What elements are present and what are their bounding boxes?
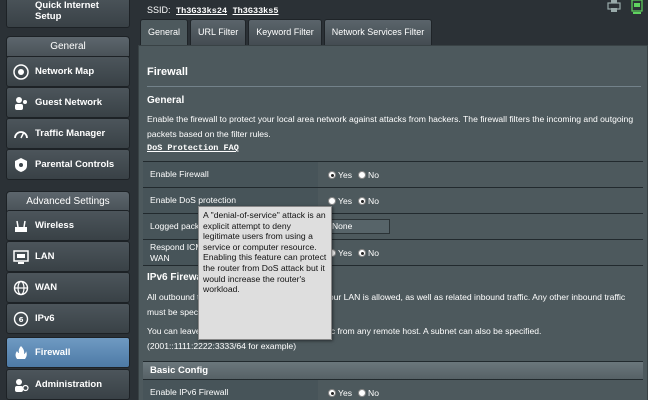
sidebar-item-guest-network[interactable]: Guest Network — [6, 87, 130, 118]
enable-dos-yes-radio[interactable] — [328, 196, 336, 205]
svg-text:6: 6 — [19, 316, 24, 324]
enable-ipv6-firewall-label: Enable IPv6 Firewall — [143, 380, 318, 400]
enable-ipv6-firewall-no-radio[interactable] — [358, 388, 367, 397]
administration-icon — [12, 376, 30, 394]
tab-bar: General URL Filter Keyword Filter Networ… — [140, 19, 433, 45]
ssid-5g-value[interactable]: Th3G33ks5 — [233, 6, 279, 16]
printer-icon[interactable] — [607, 0, 621, 16]
radio-label: No — [368, 195, 380, 206]
sidebar-item-firewall[interactable]: Firewall — [6, 337, 130, 368]
sidebar-item-wireless[interactable]: Wireless — [6, 210, 130, 241]
logged-packets-type-options: None — [318, 214, 643, 239]
radio-label: Yes — [338, 195, 353, 206]
guest-network-icon — [12, 94, 30, 112]
lan-icon — [12, 248, 30, 266]
firewall-icon — [12, 344, 30, 362]
ssid-display: SSID: Th3G33ks24 Th3G33ks5 — [147, 5, 278, 16]
top-bar: SSID: Th3G33ks24 Th3G33ks5 — [131, 0, 648, 18]
sidebar-item-label: Wireless — [35, 220, 74, 231]
enable-ipv6-firewall-yes-radio[interactable] — [328, 388, 336, 397]
dos-tooltip: A "denial-of-service" attack is an expli… — [198, 206, 332, 340]
sidebar-item-parental-controls[interactable]: Parental Controls — [6, 149, 130, 180]
sidebar-item-label: Quick Internet Setup — [35, 0, 99, 22]
ssid-label: SSID: — [147, 5, 171, 15]
respond-icmp-options: Yes No — [318, 240, 643, 265]
respond-icmp-no-radio[interactable] — [358, 248, 367, 257]
tab-keyword-filter[interactable]: Keyword Filter — [248, 19, 322, 45]
ipv6-settings-table: Enable IPv6 Firewall Yes No — [143, 379, 643, 400]
ssid-2g-value[interactable]: Th3G33ks24 — [176, 6, 227, 16]
section-title-general: General — [147, 95, 185, 106]
divider — [147, 86, 641, 87]
wan-icon — [12, 279, 30, 297]
status-icons — [607, 0, 643, 16]
sidebar-item-quick-internet-setup[interactable]: Quick Internet Setup — [6, 0, 130, 28]
sidebar: Quick Internet Setup General Network Map… — [0, 0, 131, 400]
enable-firewall-yes-radio[interactable] — [328, 170, 336, 179]
sidebar-item-label: Firewall — [35, 347, 71, 358]
sidebar-item-ipv6[interactable]: 6 IPv6 — [6, 303, 130, 334]
table-row: Enable IPv6 Firewall Yes No — [143, 380, 643, 400]
sidebar-item-administration[interactable]: Administration — [6, 369, 130, 400]
enable-firewall-options: Yes No — [318, 162, 643, 187]
radio-label: No — [368, 169, 380, 180]
usb-status-icon[interactable] — [631, 0, 643, 16]
sidebar-item-label: Parental Controls — [35, 159, 115, 170]
logged-packets-type-select[interactable]: None — [328, 219, 390, 234]
parental-controls-icon — [12, 156, 30, 174]
sidebar-item-label: IPv6 — [35, 313, 55, 324]
enable-firewall-no-radio[interactable] — [358, 170, 367, 179]
basic-config-header: Basic Config — [143, 361, 643, 379]
radio-label: No — [368, 387, 380, 398]
sidebar-item-label: LAN — [35, 251, 55, 262]
enable-dos-options: Yes No — [318, 188, 643, 213]
sidebar-header-general: General — [6, 36, 130, 57]
tab-network-services-filter[interactable]: Network Services Filter — [323, 19, 433, 45]
radio-label: Yes — [338, 387, 353, 398]
radio-label: No — [368, 247, 380, 258]
firewall-description: Enable the firewall to protect your loca… — [147, 114, 634, 139]
sidebar-item-lan[interactable]: LAN — [6, 241, 130, 272]
sidebar-item-label: Administration — [35, 379, 103, 390]
radio-label: Yes — [338, 247, 353, 258]
ipv6-icon: 6 — [12, 310, 30, 328]
ipv6-subnet-example: (2001::1111:2222:3333/64 for example) — [147, 341, 297, 351]
sidebar-item-traffic-manager[interactable]: Traffic Manager — [6, 118, 130, 149]
dos-protection-faq-link[interactable]: DoS Protection FAQ — [147, 143, 239, 153]
enable-ipv6-firewall-options: Yes No — [318, 380, 643, 400]
sidebar-item-label: Traffic Manager — [35, 128, 106, 139]
enable-firewall-label: Enable Firewall — [143, 162, 318, 187]
wireless-icon — [12, 217, 30, 235]
sidebar-item-label: WAN — [35, 282, 58, 293]
tab-general[interactable]: General — [140, 19, 189, 45]
sidebar-item-wan[interactable]: WAN — [6, 272, 130, 303]
sidebar-header-advanced-settings: Advanced Settings — [6, 191, 130, 212]
enable-dos-no-radio[interactable] — [358, 196, 367, 205]
traffic-manager-icon — [12, 125, 30, 143]
page-title: Firewall — [147, 66, 188, 78]
sidebar-item-label: Network Map — [35, 66, 95, 77]
table-row: Enable Firewall Yes No — [143, 162, 643, 188]
sidebar-item-label: Guest Network — [35, 97, 103, 108]
network-map-icon — [12, 63, 30, 81]
radio-label: Yes — [338, 169, 353, 180]
sidebar-item-network-map[interactable]: Network Map — [6, 56, 130, 87]
tab-url-filter[interactable]: URL Filter — [190, 19, 247, 45]
